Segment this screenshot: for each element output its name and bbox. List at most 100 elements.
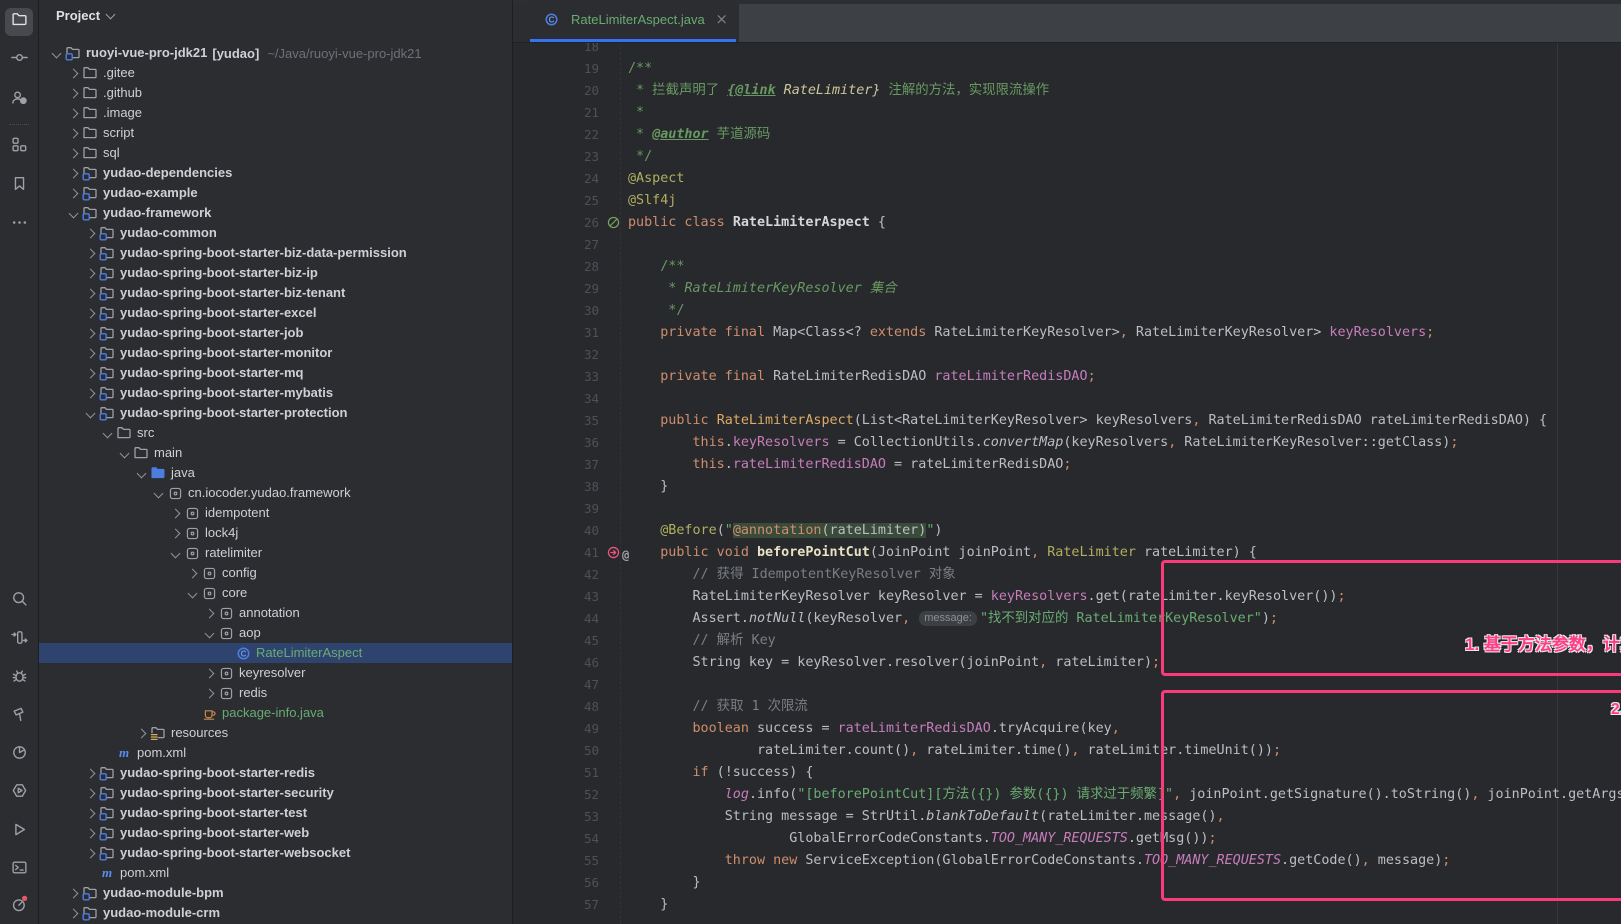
tree-item-annotation[interactable]: annotation (39, 603, 512, 623)
line-number[interactable]: 48 (513, 696, 599, 718)
tree-chevron-icon[interactable] (82, 365, 98, 381)
door-arrows-tool-button[interactable] (5, 626, 33, 654)
tree-chevron-icon[interactable] (201, 625, 217, 641)
tree-item-yudao-dependencies[interactable]: yudao-dependencies (39, 163, 512, 183)
line-number[interactable]: 33 (513, 366, 599, 388)
tree-item-pom-xml[interactable]: mpom.xml (39, 743, 512, 763)
line-number[interactable]: 38 (513, 476, 599, 498)
project-view-selector[interactable]: Project (56, 8, 114, 23)
gutter-icons[interactable] (606, 215, 621, 231)
tree-item-yudao-spring-boot-starter-biz-ip[interactable]: yudao-spring-boot-starter-biz-ip (39, 263, 512, 283)
line-number[interactable]: 30 (513, 300, 599, 322)
tree-item-yudao-spring-boot-starter-job[interactable]: yudao-spring-boot-starter-job (39, 323, 512, 343)
advice-gutter-icon[interactable] (606, 545, 621, 561)
tree-chevron-icon[interactable] (65, 205, 81, 221)
tree-item-yudao-spring-boot-starter-biz-tenant[interactable]: yudao-spring-boot-starter-biz-tenant (39, 283, 512, 303)
tree-chevron-icon[interactable] (201, 665, 217, 681)
tree-item-yudao-framework[interactable]: yudao-framework (39, 203, 512, 223)
tree-item-yudao-spring-boot-starter-mq[interactable]: yudao-spring-boot-starter-mq (39, 363, 512, 383)
tree-item--github[interactable]: .github (39, 83, 512, 103)
line-number[interactable]: 57 (513, 894, 599, 916)
tree-item-ratelimiteraspect[interactable]: CRateLimiterAspect (39, 643, 512, 663)
tree-item-redis[interactable]: redis (39, 683, 512, 703)
line-number[interactable]: 40 (513, 520, 599, 542)
line-number[interactable]: 26 (513, 212, 599, 234)
line-number[interactable]: 42 (513, 564, 599, 586)
tree-chevron-icon[interactable] (133, 725, 149, 741)
tree-chevron-icon[interactable] (116, 445, 132, 461)
tree-chevron-icon[interactable] (133, 465, 149, 481)
line-number[interactable]: 53 (513, 806, 599, 828)
tree-item-yudao-spring-boot-starter-web[interactable]: yudao-spring-boot-starter-web (39, 823, 512, 843)
tree-chevron-icon[interactable] (65, 65, 81, 81)
build-tool-button[interactable] (5, 703, 33, 731)
tree-item-idempotent[interactable]: idempotent (39, 503, 512, 523)
tree-item-ratelimiter[interactable]: ratelimiter (39, 543, 512, 563)
tree-item-sql[interactable]: sql (39, 143, 512, 163)
tree-chevron-icon[interactable] (82, 325, 98, 341)
line-number[interactable]: 44 (513, 608, 599, 630)
tree-chevron-icon[interactable] (201, 605, 217, 621)
terminal-tool-button[interactable] (5, 856, 33, 884)
tree-item-yudao-example[interactable]: yudao-example (39, 183, 512, 203)
debug-tool-button[interactable] (5, 664, 33, 692)
tree-chevron-icon[interactable] (184, 585, 200, 601)
tree-chevron-icon[interactable] (65, 185, 81, 201)
line-number[interactable]: 20 (513, 80, 599, 102)
line-number[interactable]: 32 (513, 344, 599, 366)
notifications-tool-button[interactable] (5, 892, 33, 920)
line-number[interactable]: 56 (513, 872, 599, 894)
tree-item-core[interactable]: core (39, 583, 512, 603)
tree-item--image[interactable]: .image (39, 103, 512, 123)
tree-chevron-icon[interactable] (82, 305, 98, 321)
tree-item-yudao-module-crm[interactable]: yudao-module-crm (39, 903, 512, 923)
line-number[interactable]: 27 (513, 234, 599, 256)
tree-chevron-icon[interactable] (82, 265, 98, 281)
profiler-tool-button[interactable] (5, 741, 33, 769)
line-number[interactable]: 21 (513, 102, 599, 124)
tree-item-yudao-spring-boot-starter-websocket[interactable]: yudao-spring-boot-starter-websocket (39, 843, 512, 863)
tree-chevron-icon[interactable] (65, 125, 81, 141)
tree-chevron-icon[interactable] (82, 285, 98, 301)
tree-chevron-icon[interactable] (167, 545, 183, 561)
line-number[interactable]: 46 (513, 652, 599, 674)
tree-chevron-icon[interactable] (82, 405, 98, 421)
line-number[interactable]: 25 (513, 190, 599, 212)
tree-item-script[interactable]: script (39, 123, 512, 143)
commit-tool-button[interactable] (5, 46, 33, 74)
search-tool-button[interactable] (5, 587, 33, 615)
tree-chevron-icon[interactable] (82, 845, 98, 861)
tab-close-icon[interactable]: × (715, 12, 728, 27)
tree-chevron-icon[interactable] (82, 785, 98, 801)
line-number[interactable]: 54 (513, 828, 599, 850)
tree-chevron-icon[interactable] (65, 885, 81, 901)
line-number[interactable]: 24 (513, 168, 599, 190)
more-tool-windows-tool-button[interactable] (5, 211, 33, 239)
tree-item-resources[interactable]: resources (39, 723, 512, 743)
line-number[interactable]: 36 (513, 432, 599, 454)
tree-item-yudao-spring-boot-starter-security[interactable]: yudao-spring-boot-starter-security (39, 783, 512, 803)
tree-chevron-icon[interactable] (82, 225, 98, 241)
tree-item-keyresolver[interactable]: keyresolver (39, 663, 512, 683)
line-number[interactable]: 55 (513, 850, 599, 872)
tree-chevron-icon[interactable] (65, 105, 81, 121)
line-number[interactable]: 34 (513, 388, 599, 410)
tree-chevron-icon[interactable] (82, 245, 98, 261)
tree-item-yudao-spring-boot-starter-mybatis[interactable]: yudao-spring-boot-starter-mybatis (39, 383, 512, 403)
run-tool-button[interactable] (5, 818, 33, 846)
tree-chevron-icon[interactable] (167, 505, 183, 521)
line-number[interactable]: 45 (513, 630, 599, 652)
tree-chevron-icon[interactable] (99, 425, 115, 441)
tree-chevron-icon[interactable] (65, 905, 81, 921)
line-number[interactable]: 22 (513, 124, 599, 146)
line-number[interactable]: 37 (513, 454, 599, 476)
line-number[interactable]: 51 (513, 762, 599, 784)
line-number[interactable]: 28 (513, 256, 599, 278)
tree-item-yudao-spring-boot-starter-redis[interactable]: yudao-spring-boot-starter-redis (39, 763, 512, 783)
tree-item-yudao-spring-boot-starter-test[interactable]: yudao-spring-boot-starter-test (39, 803, 512, 823)
tree-item-cn-iocoder-yudao-framework[interactable]: cn.iocoder.yudao.framework (39, 483, 512, 503)
aspect-gutter-icon[interactable] (606, 215, 621, 231)
tree-chevron-icon[interactable] (82, 765, 98, 781)
tree-item-ruoyi-vue-pro-jdk21[interactable]: ruoyi-vue-pro-jdk21[yudao]~/Java/ruoyi-v… (39, 43, 512, 63)
tree-item-main[interactable]: main (39, 443, 512, 463)
